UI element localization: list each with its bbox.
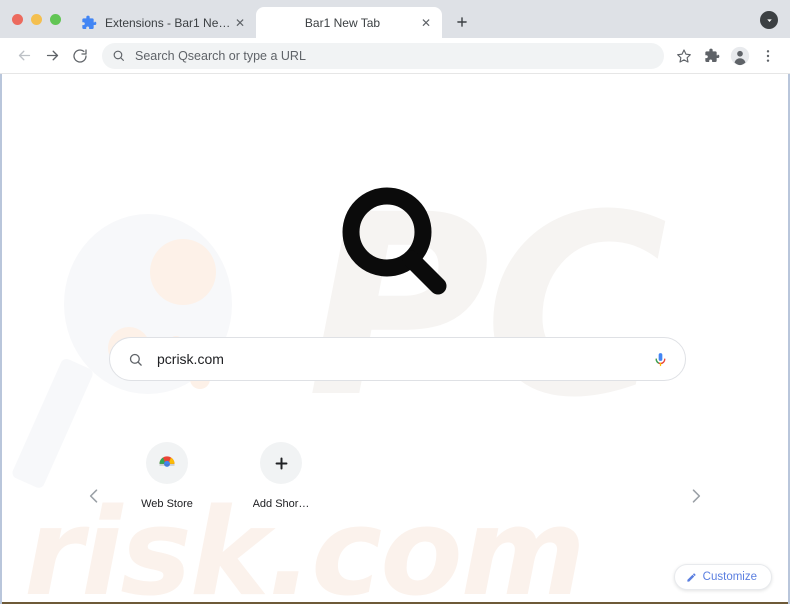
window-zoom-button[interactable]: [50, 13, 61, 25]
tab-extensions-bar1-new-tab[interactable]: Extensions - Bar1 New Tab ✕: [70, 7, 256, 38]
tab-title: Bar1 New Tab: [304, 15, 381, 30]
reload-icon[interactable]: [66, 42, 94, 70]
star-icon[interactable]: [670, 42, 698, 70]
shortcut-web-store[interactable]: Web Store: [131, 442, 203, 510]
frame-edge-bottom: [2, 602, 788, 604]
arrow-forward-icon[interactable]: [38, 42, 66, 70]
tab-title: Extensions - Bar1 New Tab: [105, 15, 232, 30]
chrome-web-store-icon: [146, 442, 188, 484]
search-icon: [112, 49, 125, 62]
magnifier-logo: [2, 187, 788, 297]
arrow-back-icon[interactable]: [10, 42, 38, 70]
shortcut-label: Add Shor…: [252, 498, 310, 510]
customize-label: Customize: [702, 571, 757, 583]
three-dot-menu-icon[interactable]: [754, 42, 782, 70]
customize-button[interactable]: Customize: [673, 564, 772, 590]
avatar-icon[interactable]: [726, 42, 754, 70]
tab-bar1-new-tab[interactable]: Bar1 New Tab ✕: [256, 7, 442, 38]
browser-toolbar: Search Qsearch or type a URL: [0, 38, 790, 74]
search-input-value[interactable]: pcrisk.com: [157, 351, 652, 367]
chevron-left-icon[interactable]: [76, 478, 112, 514]
new-tab-page: PC risk.com pcrisk.com Web Store Add Sho…: [0, 74, 790, 604]
puzzle-piece-icon: [81, 15, 97, 31]
window-minimize-button[interactable]: [31, 13, 42, 25]
search-box[interactable]: pcrisk.com: [109, 337, 686, 381]
window-close-button[interactable]: [12, 13, 23, 25]
tab-close-button[interactable]: ✕: [232, 15, 248, 31]
plus-icon: [260, 442, 302, 484]
shortcut-label: Web Store: [141, 498, 193, 510]
puzzle-piece-icon[interactable]: [698, 42, 726, 70]
address-bar-placeholder: Search Qsearch or type a URL: [135, 48, 306, 63]
microphone-icon[interactable]: [652, 351, 669, 368]
frame-edge-left: [0, 264, 2, 604]
chevron-right-icon[interactable]: [678, 478, 714, 514]
pencil-icon: [686, 572, 697, 583]
shortcut-add-shortcut[interactable]: Add Shor…: [245, 442, 317, 510]
window-traffic-lights: [6, 0, 70, 38]
new-tab-button[interactable]: [448, 8, 476, 36]
shortcut-tiles: Web Store Add Shor…: [2, 442, 788, 510]
address-bar[interactable]: Search Qsearch or type a URL: [102, 42, 664, 69]
chevron-down-icon[interactable]: [760, 11, 778, 29]
tab-close-button[interactable]: ✕: [418, 15, 434, 31]
browser-window: Extensions - Bar1 New Tab ✕ Bar1 New Tab…: [0, 0, 790, 605]
tab-strip: Extensions - Bar1 New Tab ✕ Bar1 New Tab…: [0, 0, 790, 38]
search-icon: [128, 352, 143, 367]
